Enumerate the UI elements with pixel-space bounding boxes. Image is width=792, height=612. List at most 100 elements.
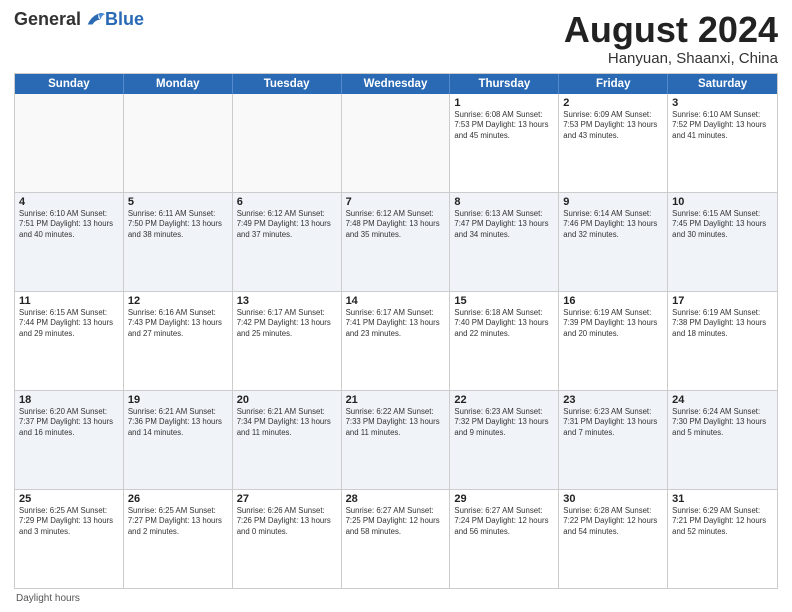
day-number: 28 [346, 493, 446, 505]
day-info: Sunrise: 6:10 AM Sunset: 7:51 PM Dayligh… [19, 209, 119, 241]
day-cell: 27Sunrise: 6:26 AM Sunset: 7:26 PM Dayli… [233, 490, 342, 588]
day-number: 8 [454, 196, 554, 208]
week-row-1: 1Sunrise: 6:08 AM Sunset: 7:53 PM Daylig… [15, 94, 777, 192]
day-header-wednesday: Wednesday [342, 74, 451, 94]
day-cell: 16Sunrise: 6:19 AM Sunset: 7:39 PM Dayli… [559, 292, 668, 390]
day-number: 24 [672, 394, 773, 406]
day-header-saturday: Saturday [668, 74, 777, 94]
day-cell: 21Sunrise: 6:22 AM Sunset: 7:33 PM Dayli… [342, 391, 451, 489]
day-number: 22 [454, 394, 554, 406]
logo: General Blue [14, 10, 144, 28]
day-info: Sunrise: 6:13 AM Sunset: 7:47 PM Dayligh… [454, 209, 554, 241]
day-header-friday: Friday [559, 74, 668, 94]
location-title: Hanyuan, Shaanxi, China [564, 50, 778, 67]
day-cell: 5Sunrise: 6:11 AM Sunset: 7:50 PM Daylig… [124, 193, 233, 291]
day-info: Sunrise: 6:27 AM Sunset: 7:24 PM Dayligh… [454, 506, 554, 538]
day-cell: 30Sunrise: 6:28 AM Sunset: 7:22 PM Dayli… [559, 490, 668, 588]
day-info: Sunrise: 6:21 AM Sunset: 7:34 PM Dayligh… [237, 407, 337, 439]
day-number: 14 [346, 295, 446, 307]
day-number: 12 [128, 295, 228, 307]
title-block: August 2024 Hanyuan, Shaanxi, China [564, 10, 778, 67]
day-cell: 10Sunrise: 6:15 AM Sunset: 7:45 PM Dayli… [668, 193, 777, 291]
day-number: 27 [237, 493, 337, 505]
day-header-monday: Monday [124, 74, 233, 94]
day-cell: 7Sunrise: 6:12 AM Sunset: 7:48 PM Daylig… [342, 193, 451, 291]
footer-note: Daylight hours [14, 593, 778, 604]
day-number: 18 [19, 394, 119, 406]
day-info: Sunrise: 6:19 AM Sunset: 7:38 PM Dayligh… [672, 308, 773, 340]
day-cell: 26Sunrise: 6:25 AM Sunset: 7:27 PM Dayli… [124, 490, 233, 588]
day-number: 7 [346, 196, 446, 208]
day-info: Sunrise: 6:25 AM Sunset: 7:27 PM Dayligh… [128, 506, 228, 538]
day-cell: 11Sunrise: 6:15 AM Sunset: 7:44 PM Dayli… [15, 292, 124, 390]
day-info: Sunrise: 6:22 AM Sunset: 7:33 PM Dayligh… [346, 407, 446, 439]
day-number: 29 [454, 493, 554, 505]
day-cell: 19Sunrise: 6:21 AM Sunset: 7:36 PM Dayli… [124, 391, 233, 489]
day-number: 1 [454, 97, 554, 109]
week-row-4: 18Sunrise: 6:20 AM Sunset: 7:37 PM Dayli… [15, 390, 777, 489]
day-number: 3 [672, 97, 773, 109]
day-cell: 14Sunrise: 6:17 AM Sunset: 7:41 PM Dayli… [342, 292, 451, 390]
day-header-sunday: Sunday [15, 74, 124, 94]
logo-bird-icon [83, 10, 105, 28]
day-info: Sunrise: 6:12 AM Sunset: 7:49 PM Dayligh… [237, 209, 337, 241]
day-info: Sunrise: 6:26 AM Sunset: 7:26 PM Dayligh… [237, 506, 337, 538]
day-info: Sunrise: 6:23 AM Sunset: 7:31 PM Dayligh… [563, 407, 663, 439]
week-row-5: 25Sunrise: 6:25 AM Sunset: 7:29 PM Dayli… [15, 489, 777, 588]
day-number: 31 [672, 493, 773, 505]
day-cell: 18Sunrise: 6:20 AM Sunset: 7:37 PM Dayli… [15, 391, 124, 489]
day-cell: 13Sunrise: 6:17 AM Sunset: 7:42 PM Dayli… [233, 292, 342, 390]
week-row-3: 11Sunrise: 6:15 AM Sunset: 7:44 PM Dayli… [15, 291, 777, 390]
day-info: Sunrise: 6:28 AM Sunset: 7:22 PM Dayligh… [563, 506, 663, 538]
day-number: 13 [237, 295, 337, 307]
day-cell: 28Sunrise: 6:27 AM Sunset: 7:25 PM Dayli… [342, 490, 451, 588]
day-info: Sunrise: 6:09 AM Sunset: 7:53 PM Dayligh… [563, 110, 663, 142]
day-number: 30 [563, 493, 663, 505]
weeks: 1Sunrise: 6:08 AM Sunset: 7:53 PM Daylig… [15, 94, 777, 588]
day-info: Sunrise: 6:24 AM Sunset: 7:30 PM Dayligh… [672, 407, 773, 439]
day-number: 17 [672, 295, 773, 307]
day-info: Sunrise: 6:11 AM Sunset: 7:50 PM Dayligh… [128, 209, 228, 241]
day-cell [15, 94, 124, 192]
day-info: Sunrise: 6:17 AM Sunset: 7:42 PM Dayligh… [237, 308, 337, 340]
header: General Blue August 2024 Hanyuan, Shaanx… [14, 10, 778, 67]
day-info: Sunrise: 6:20 AM Sunset: 7:37 PM Dayligh… [19, 407, 119, 439]
day-number: 4 [19, 196, 119, 208]
day-cell: 24Sunrise: 6:24 AM Sunset: 7:30 PM Dayli… [668, 391, 777, 489]
day-cell [233, 94, 342, 192]
day-header-tuesday: Tuesday [233, 74, 342, 94]
logo-text: General Blue [14, 10, 144, 28]
day-cell: 3Sunrise: 6:10 AM Sunset: 7:52 PM Daylig… [668, 94, 777, 192]
day-cell: 20Sunrise: 6:21 AM Sunset: 7:34 PM Dayli… [233, 391, 342, 489]
logo-general: General [14, 10, 81, 28]
day-cell: 9Sunrise: 6:14 AM Sunset: 7:46 PM Daylig… [559, 193, 668, 291]
day-headers: SundayMondayTuesdayWednesdayThursdayFrid… [15, 74, 777, 94]
day-number: 25 [19, 493, 119, 505]
day-info: Sunrise: 6:10 AM Sunset: 7:52 PM Dayligh… [672, 110, 773, 142]
day-info: Sunrise: 6:27 AM Sunset: 7:25 PM Dayligh… [346, 506, 446, 538]
day-cell: 22Sunrise: 6:23 AM Sunset: 7:32 PM Dayli… [450, 391, 559, 489]
day-number: 26 [128, 493, 228, 505]
day-number: 10 [672, 196, 773, 208]
day-info: Sunrise: 6:16 AM Sunset: 7:43 PM Dayligh… [128, 308, 228, 340]
day-number: 20 [237, 394, 337, 406]
day-info: Sunrise: 6:21 AM Sunset: 7:36 PM Dayligh… [128, 407, 228, 439]
day-info: Sunrise: 6:19 AM Sunset: 7:39 PM Dayligh… [563, 308, 663, 340]
page-container: General Blue August 2024 Hanyuan, Shaanx… [0, 0, 792, 612]
day-number: 9 [563, 196, 663, 208]
calendar: SundayMondayTuesdayWednesdayThursdayFrid… [14, 73, 778, 589]
day-cell: 8Sunrise: 6:13 AM Sunset: 7:47 PM Daylig… [450, 193, 559, 291]
day-cell: 25Sunrise: 6:25 AM Sunset: 7:29 PM Dayli… [15, 490, 124, 588]
day-number: 6 [237, 196, 337, 208]
day-info: Sunrise: 6:08 AM Sunset: 7:53 PM Dayligh… [454, 110, 554, 142]
day-number: 16 [563, 295, 663, 307]
day-info: Sunrise: 6:23 AM Sunset: 7:32 PM Dayligh… [454, 407, 554, 439]
day-info: Sunrise: 6:29 AM Sunset: 7:21 PM Dayligh… [672, 506, 773, 538]
day-number: 5 [128, 196, 228, 208]
day-cell: 12Sunrise: 6:16 AM Sunset: 7:43 PM Dayli… [124, 292, 233, 390]
day-info: Sunrise: 6:18 AM Sunset: 7:40 PM Dayligh… [454, 308, 554, 340]
day-cell: 17Sunrise: 6:19 AM Sunset: 7:38 PM Dayli… [668, 292, 777, 390]
day-info: Sunrise: 6:15 AM Sunset: 7:44 PM Dayligh… [19, 308, 119, 340]
day-cell: 1Sunrise: 6:08 AM Sunset: 7:53 PM Daylig… [450, 94, 559, 192]
logo-blue: Blue [105, 10, 144, 28]
